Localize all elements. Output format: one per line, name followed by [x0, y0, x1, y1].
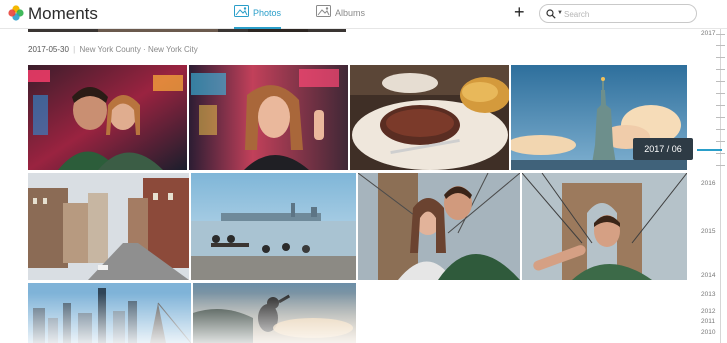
- tab-albums[interactable]: Albums: [316, 5, 365, 29]
- photo-thumbnail-skyline[interactable]: [28, 283, 191, 343]
- scrubber-tick: [716, 34, 725, 35]
- search-icon[interactable]: [546, 9, 556, 19]
- scrubber-year[interactable]: 2017: [701, 30, 715, 37]
- photo-thumbnail-man-bridge[interactable]: [522, 173, 687, 280]
- chevron-down-icon[interactable]: ▼: [557, 10, 563, 16]
- scrubber-tick: [716, 117, 725, 118]
- section-separator: |: [73, 45, 76, 54]
- scrubber-position-marker[interactable]: [697, 149, 722, 151]
- scrubber-tick: [716, 165, 725, 166]
- photo-thumbnail-couple-neon[interactable]: [28, 65, 187, 170]
- photos-icon: [234, 5, 249, 17]
- scrubber-tick: [716, 153, 725, 154]
- scrubber-tick: [716, 69, 725, 70]
- photo-timeline[interactable]: 2017-05-30 | New York County · New York …: [0, 29, 700, 343]
- tab-photos[interactable]: Photos: [234, 5, 282, 29]
- tab-photos-label: Photos: [253, 8, 282, 18]
- scrubber-year[interactable]: 2011: [701, 318, 715, 325]
- scrubber-tick: [716, 129, 725, 130]
- scrubber-tick: [716, 93, 725, 94]
- section-date: 2017-05-30: [28, 45, 69, 54]
- scrubber-tick: [716, 105, 725, 106]
- photo-thumbnail-couple-bridge[interactable]: [358, 173, 520, 280]
- search-input[interactable]: [564, 7, 692, 21]
- albums-icon: [316, 5, 331, 17]
- timeline-scrubber[interactable]: 2017 2016 2015 2014 2013 2012 2011 2010: [700, 29, 727, 343]
- top-bar: Moments Photos Albums + ▼: [0, 0, 727, 29]
- scrubber-year[interactable]: 2015: [701, 228, 715, 235]
- scrubber-year[interactable]: 2014: [701, 272, 715, 279]
- scrubber-tick: [716, 45, 725, 46]
- scrubber-line: [720, 29, 721, 343]
- scrubber-tick: [716, 141, 725, 142]
- tab-albums-label: Albums: [335, 8, 366, 18]
- scrubber-year[interactable]: 2012: [701, 308, 715, 315]
- scrubber-tick: [716, 57, 725, 58]
- scrubber-tooltip: 2017 / 06: [633, 138, 693, 160]
- photo-thumbnail[interactable]: [28, 29, 346, 32]
- search-box[interactable]: ▼: [539, 4, 697, 23]
- section-location: New York County · New York City: [79, 45, 198, 54]
- photo-thumbnail-waterfront[interactable]: [191, 173, 356, 280]
- photo-thumbnail-hiker[interactable]: [193, 283, 356, 343]
- moments-logo-icon: [8, 5, 24, 21]
- section-date-header: 2017-05-30 | New York County · New York …: [28, 45, 198, 54]
- add-button[interactable]: +: [514, 3, 525, 21]
- scrubber-year[interactable]: 2016: [701, 180, 715, 187]
- photo-thumbnail-steak[interactable]: [350, 65, 509, 170]
- photo-thumbnail-woman-neon[interactable]: [189, 65, 348, 170]
- scrubber-year[interactable]: 2013: [701, 291, 715, 298]
- scrubber-tick: [716, 81, 725, 82]
- scrubber-year[interactable]: 2010: [701, 329, 715, 336]
- photo-thumbnail-street[interactable]: [28, 173, 189, 280]
- app-title: Moments: [28, 4, 98, 23]
